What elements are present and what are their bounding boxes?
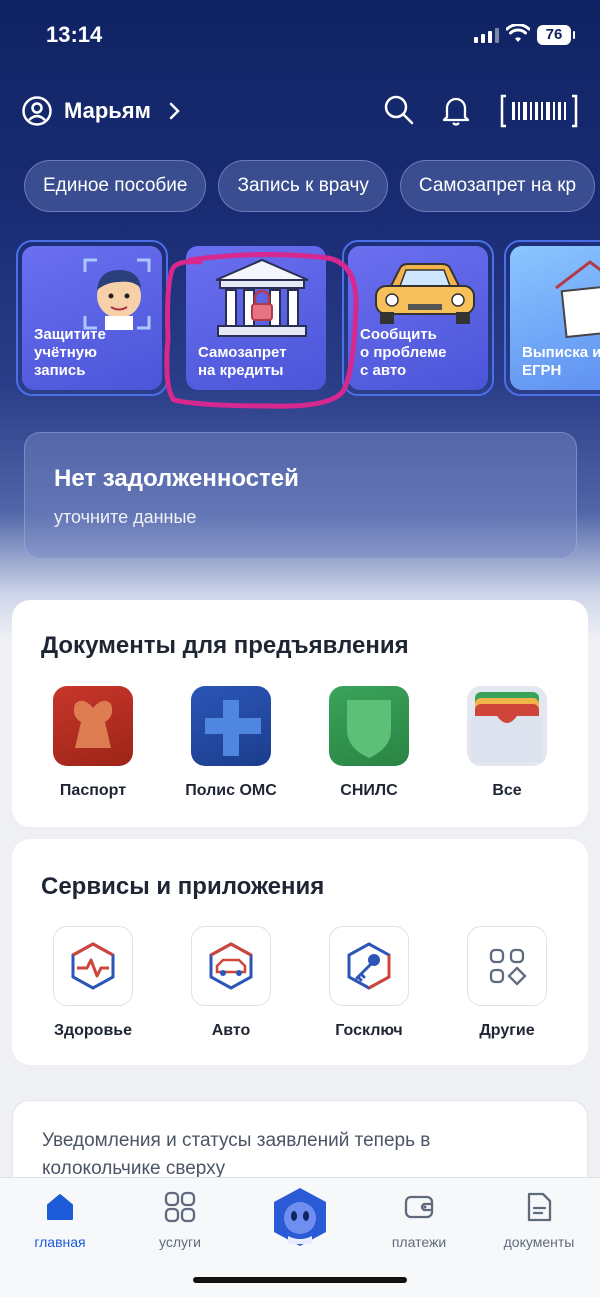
item-label: Полис ОМС — [185, 782, 277, 799]
item-label: Здоровье — [53, 1022, 133, 1039]
story-label: Сообщить о проблеме с авто — [360, 326, 447, 379]
search-icon[interactable] — [383, 94, 415, 126]
wallet-icon — [467, 686, 547, 766]
debt-title: Нет задолженностей — [54, 465, 299, 492]
item-label: Другие — [479, 1022, 535, 1039]
story-egrn[interactable]: Выписка и ЕГРН — [504, 240, 600, 396]
item-label: Все — [492, 782, 522, 799]
document-icon — [527, 1192, 552, 1222]
item-label: СНИЛС — [340, 782, 398, 799]
chip-zapis-k-vrachu[interactable]: Запись к врачу — [218, 160, 388, 212]
profile-button[interactable]: Марьям — [22, 96, 181, 126]
story-label: Защитите учётную запись — [34, 326, 106, 379]
debt-status-card[interactable]: Нет задолженностей уточните данные — [24, 432, 577, 559]
car-illustration — [375, 263, 475, 324]
tab-label: главная — [34, 1234, 86, 1250]
apps-grid-icon — [467, 926, 547, 1006]
chip-samozapret[interactable]: Самозапрет на кр — [399, 160, 596, 212]
user-icon — [22, 96, 52, 126]
story-protect-account[interactable]: Защитите учётную запись — [16, 240, 168, 396]
tab-label: платежи — [391, 1234, 447, 1250]
house-document-illustration — [555, 260, 600, 339]
services-card: Сервисы и приложения Здоровье Авто Госкл… — [12, 839, 588, 1065]
bell-icon[interactable] — [442, 94, 470, 126]
doc-oms[interactable]: Полис ОМС — [166, 686, 296, 800]
status-bar: 13:14 76 — [0, 0, 600, 72]
tab-documents[interactable]: документы — [484, 1190, 594, 1250]
barcode-scan-icon[interactable] — [500, 94, 578, 128]
oms-policy-icon — [191, 686, 271, 766]
notice-text: Уведомления и статусы заявлений теперь в… — [42, 1130, 431, 1179]
chip-edinoe-posobie[interactable]: Единое пособие — [24, 160, 207, 212]
service-health[interactable]: Здоровье — [28, 926, 158, 1040]
annotation-circle — [164, 251, 359, 409]
item-label: Авто — [211, 1022, 251, 1039]
key-icon — [329, 926, 409, 1006]
passport-icon — [53, 686, 133, 766]
services-title: Сервисы и приложения — [41, 873, 325, 900]
signal-icon — [474, 28, 499, 43]
wifi-icon — [506, 24, 530, 42]
service-goskey[interactable]: Госключ — [304, 926, 434, 1040]
face-scan-illustration — [83, 258, 151, 330]
documents-card: Документы для предъявления Паспорт Полис… — [12, 600, 588, 827]
home-indicator — [193, 1277, 407, 1283]
top-header: Марьям — [0, 88, 600, 138]
tab-home[interactable]: главная — [5, 1190, 115, 1250]
doc-all[interactable]: Все — [442, 686, 572, 800]
quick-chips: Единое пособие Запись к врачу Самозапрет… — [24, 160, 596, 212]
service-auto[interactable]: Авто — [166, 926, 296, 1040]
wallet-icon — [404, 1195, 434, 1219]
health-icon — [53, 926, 133, 1006]
tab-payments[interactable]: платежи — [364, 1190, 474, 1250]
grid-icon — [164, 1191, 196, 1223]
home-icon — [47, 1194, 73, 1220]
tab-label: документы — [503, 1234, 575, 1250]
tab-services[interactable]: услуги — [125, 1190, 235, 1250]
service-other[interactable]: Другие — [442, 926, 572, 1040]
item-label: Госключ — [335, 1022, 403, 1039]
battery-indicator: 76 — [537, 25, 575, 45]
snils-icon — [329, 686, 409, 766]
doc-snils[interactable]: СНИЛС — [304, 686, 434, 800]
debt-subtitle: уточните данные — [54, 507, 197, 527]
item-label: Паспорт — [59, 782, 127, 799]
doc-passport[interactable]: Паспорт — [28, 686, 158, 800]
assistant-robot-icon[interactable] — [270, 1186, 330, 1248]
tab-label: услуги — [159, 1234, 201, 1250]
documents-title: Документы для предъявления — [41, 632, 409, 659]
car-icon — [191, 926, 271, 1006]
story-label: Выписка и ЕГРН — [522, 344, 600, 379]
profile-name: Марьям — [64, 98, 151, 123]
status-time: 13:14 — [46, 22, 103, 47]
chevron-right-icon — [169, 102, 180, 120]
